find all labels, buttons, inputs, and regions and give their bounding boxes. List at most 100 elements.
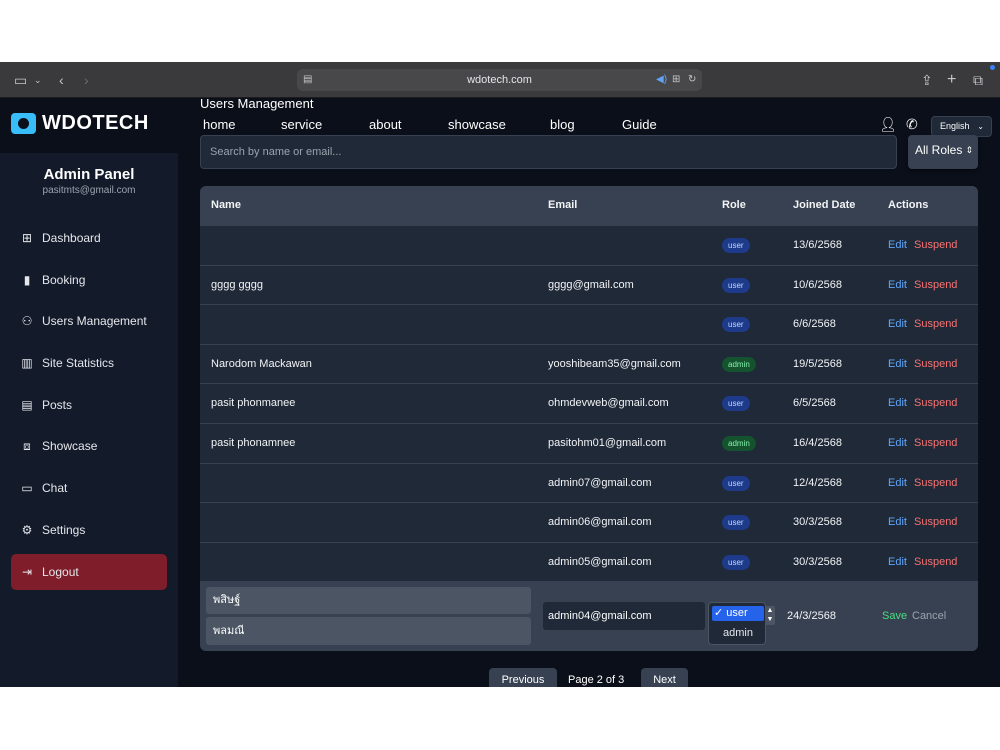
reload-icon[interactable]: ↻	[688, 69, 696, 91]
row-name: gggg gggg	[211, 278, 263, 291]
role-option-user[interactable]: ✓ user	[712, 606, 764, 621]
role-badge: user	[722, 277, 750, 293]
table-header: Name Email Role Joined Date Actions	[200, 186, 978, 225]
edit-button[interactable]: Edit	[888, 464, 907, 502]
suspend-button[interactable]: Suspend	[914, 503, 957, 541]
suspend-button[interactable]: Suspend	[914, 345, 957, 383]
role-filter-select[interactable]: All Roles ⇕	[908, 135, 978, 169]
app-screen: ▭ ⌄ ‹ › ▤ wdotech.com ◀) ⊞ ↻ ⇪ + ⧉ WDOTE…	[0, 62, 1000, 687]
sidebar-item-booking[interactable]: ▮ Booking	[11, 262, 167, 298]
suspend-button[interactable]: Suspend	[914, 305, 957, 343]
row-joined-date: 12/4/2568	[793, 476, 842, 489]
select-arrows-icon[interactable]: ▲ ▼	[765, 606, 775, 625]
forward-icon[interactable]: ›	[84, 62, 89, 98]
logo-icon	[11, 113, 36, 134]
address-bar[interactable]: ▤ wdotech.com ◀) ⊞ ↻	[297, 69, 702, 91]
suspend-button[interactable]: Suspend	[914, 266, 957, 304]
email-input[interactable]: admin04@gmail.com	[543, 602, 705, 630]
editing-row: พสิษฐ์ พลมณี admin04@gmail.com ✓ user ad…	[200, 581, 978, 651]
role-badge: admin	[722, 356, 756, 372]
suspend-button[interactable]: Suspend	[914, 384, 957, 422]
edit-button[interactable]: Edit	[888, 424, 907, 462]
sidebar-item-users-management[interactable]: ⚇ Users Management	[11, 303, 167, 339]
tabs-overview-icon[interactable]: ⧉	[973, 62, 983, 98]
user-icon[interactable]: 👤︎	[879, 116, 897, 133]
nav-service[interactable]: service	[281, 117, 322, 132]
row-email: admin07@gmail.com	[548, 476, 652, 489]
edit-button[interactable]: Edit	[888, 543, 907, 581]
sidebar-item-dashboard[interactable]: ⊞ Dashboard	[11, 220, 167, 256]
edit-button[interactable]: Edit	[888, 305, 907, 343]
share-icon[interactable]: ⇪	[921, 62, 933, 98]
nav-guide[interactable]: Guide	[622, 117, 657, 132]
first-name-input[interactable]: พสิษฐ์	[206, 587, 531, 614]
role-select-dropdown[interactable]: ✓ user admin	[708, 602, 766, 645]
edit-button[interactable]: Edit	[888, 345, 907, 383]
row-email: yooshibeam35@gmail.com	[548, 357, 681, 370]
chevron-down-icon: ⌄	[977, 122, 984, 131]
sidebar-item-settings[interactable]: ⚙ Settings	[11, 512, 167, 548]
row-email: pasitohm01@gmail.com	[548, 437, 667, 449]
back-icon[interactable]: ‹	[59, 62, 64, 98]
search-input[interactable]: Search by name or email...	[200, 135, 897, 169]
last-name-input[interactable]: พลมณี	[206, 617, 531, 645]
row-joined-date: 13/6/2568	[793, 239, 842, 251]
table-row: admin07@gmail.com user 12/4/2568 Edit Su…	[200, 462, 978, 503]
role-badge: user	[722, 475, 750, 491]
row-joined-date: 6/6/2568	[793, 318, 836, 331]
row-email: gggg@gmail.com	[548, 278, 634, 291]
logo[interactable]: WDOTECH	[0, 98, 178, 153]
next-button[interactable]: Next	[641, 668, 688, 687]
sidebar-item-label: Users Management	[42, 314, 147, 328]
row-email: admin05@gmail.com	[548, 555, 652, 568]
sidebar: WDOTECH Admin Panel pasitmts@gmail.com ⊞…	[0, 98, 178, 687]
role-filter-value: All Roles	[915, 143, 963, 157]
edit-button[interactable]: Edit	[888, 503, 907, 541]
row-joined-date: 30/3/2568	[793, 555, 842, 568]
sidebar-item-chat[interactable]: ▭ Chat	[11, 470, 167, 506]
edit-button[interactable]: Edit	[888, 266, 907, 304]
translate-icon[interactable]: ⊞	[672, 69, 680, 91]
notification-dot	[990, 65, 995, 70]
sidebar-item-posts[interactable]: ▤ Posts	[11, 387, 167, 423]
logo-text: WDOTECH	[42, 112, 149, 134]
page-status: Page 2 of 3	[568, 674, 625, 686]
nav-showcase[interactable]: showcase	[448, 117, 506, 132]
cancel-button[interactable]: Cancel	[912, 597, 946, 635]
save-button[interactable]: Save	[882, 597, 907, 635]
edit-button[interactable]: Edit	[888, 226, 907, 264]
sidebar-item-showcase[interactable]: ⧈ Showcase	[11, 428, 167, 464]
phone-icon[interactable]: ✆	[906, 116, 918, 133]
logout-button[interactable]: ⇥ Logout	[11, 554, 167, 590]
users-icon: ⚇	[21, 314, 33, 328]
previous-button[interactable]: Previous	[489, 668, 557, 687]
edit-button[interactable]: Edit	[888, 384, 907, 422]
speaker-icon[interactable]: ◀)	[656, 69, 667, 91]
chevron-down-icon[interactable]: ⌄	[34, 62, 42, 98]
grid-icon: ⊞	[21, 231, 33, 245]
suspend-button[interactable]: Suspend	[914, 226, 957, 264]
row-joined-date: 10/6/2568	[793, 278, 842, 291]
sidebar-item-label: Settings	[42, 523, 86, 537]
row-name: pasit phonmanee	[211, 397, 296, 410]
table-row: gggg gggg gggg@gmail.com user 10/6/2568 …	[200, 264, 978, 305]
new-tab-icon[interactable]: +	[947, 62, 956, 98]
row-joined-date: 24/3/2568	[787, 610, 836, 622]
suspend-button[interactable]: Suspend	[914, 464, 957, 502]
nav-blog[interactable]: blog	[550, 117, 575, 132]
nav-about[interactable]: about	[369, 117, 402, 132]
role-option-admin[interactable]: admin	[712, 626, 764, 641]
browser-toolbar: ▭ ⌄ ‹ › ▤ wdotech.com ◀) ⊞ ↻ ⇪ + ⧉	[0, 62, 1000, 98]
nav-home[interactable]: home	[203, 117, 236, 132]
suspend-button[interactable]: Suspend	[914, 424, 957, 462]
logout-icon: ⇥	[21, 565, 33, 579]
language-select[interactable]: English ⌄	[931, 116, 992, 137]
role-badge: user	[722, 317, 750, 333]
row-email: ohmdevweb@gmail.com	[548, 397, 669, 410]
column-header-joined-date: Joined Date	[793, 199, 856, 211]
table-row: user 6/6/2568 Edit Suspend	[200, 304, 978, 344]
sidebar-item-label: Logout	[42, 565, 79, 579]
sidebar-toggle-icon[interactable]: ▭	[14, 62, 27, 98]
sidebar-item-site-statistics[interactable]: ▥ Site Statistics	[11, 345, 167, 381]
suspend-button[interactable]: Suspend	[914, 543, 957, 581]
